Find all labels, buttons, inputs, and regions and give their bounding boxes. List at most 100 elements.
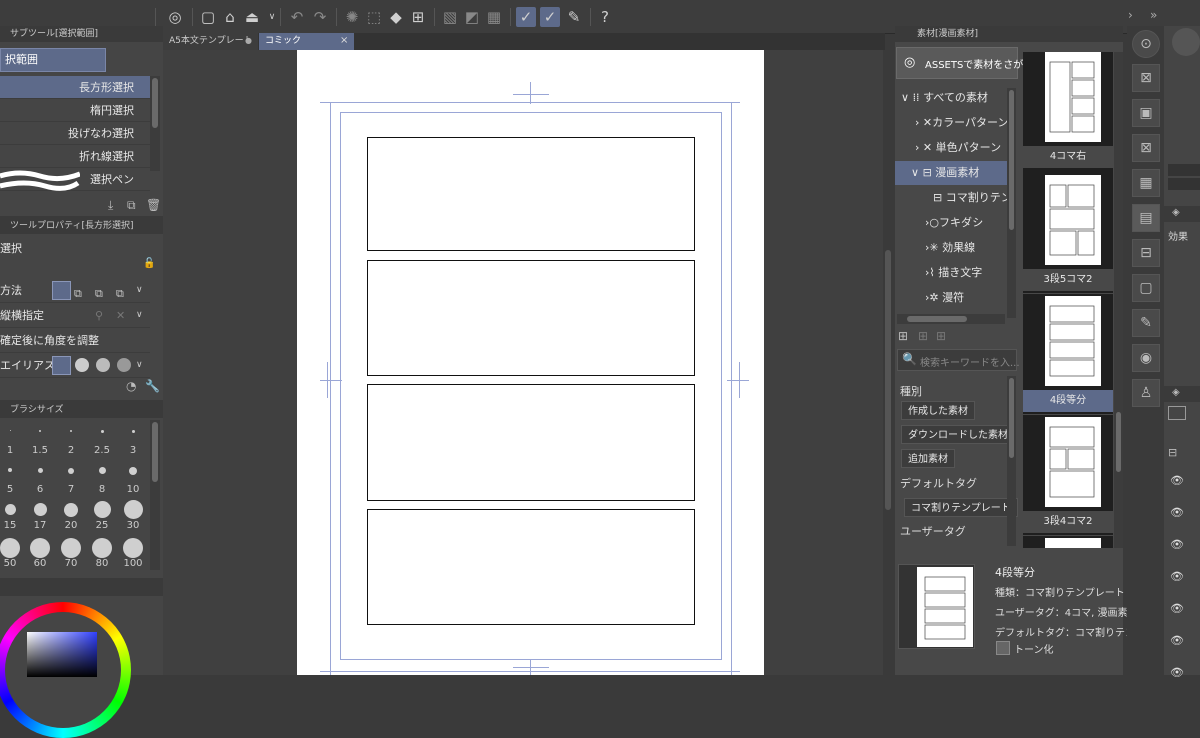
subtool-item-polyline[interactable]: 折れ線選択 — [0, 145, 150, 168]
brush-size-cell[interactable]: 20 — [56, 500, 86, 540]
search-icon[interactable] — [1172, 28, 1200, 56]
thumbnail-4koma-right[interactable]: 4コマ右 — [1023, 52, 1113, 176]
new-icon[interactable]: ▢ — [198, 7, 218, 27]
subtool-scrollbar[interactable] — [150, 76, 160, 171]
eye-icon[interactable]: 👁 — [1170, 538, 1184, 551]
subtool-item-lasso[interactable]: 投げなわ選択 — [0, 122, 150, 145]
aspect-size-icon[interactable]: ✕ — [116, 303, 125, 328]
eye-icon[interactable]: 👁 — [1170, 506, 1184, 519]
tree-item-manga[interactable]: ∨ ⊟ 漫画素材 — [895, 161, 1013, 185]
tree-item-manpu[interactable]: ›✲ 漫符 — [895, 286, 1013, 310]
thumbnail-next[interactable] — [1023, 536, 1113, 548]
folder-copy-icon[interactable]: ⊞ — [918, 329, 928, 343]
subtool-group-button[interactable]: 択範囲 — [0, 48, 106, 72]
antialias-none-icon[interactable] — [52, 356, 71, 375]
brush-size-cell[interactable]: 100 — [118, 538, 148, 578]
camera-icon[interactable]: ◉ — [1132, 344, 1160, 372]
sub-view-icon[interactable]: ▣ — [1132, 99, 1160, 127]
redo-icon[interactable]: ↷ — [310, 7, 330, 27]
brush-size-cell[interactable]: 1 — [0, 420, 25, 460]
tree-item-all[interactable]: ∨ ⁞⁞ すべての素材 — [895, 86, 1013, 110]
method-new-icon[interactable] — [52, 281, 71, 300]
approx-color-icon[interactable]: ▢ — [1132, 274, 1160, 302]
brush-size-scrollbar[interactable] — [150, 420, 160, 570]
antialias-weak-icon[interactable] — [75, 358, 89, 372]
comic-frame-4[interactable] — [367, 509, 695, 625]
info-icon[interactable]: ⊠ — [1132, 134, 1160, 162]
history-icon[interactable]: ▦ — [1132, 169, 1160, 197]
tone-checkbox[interactable] — [996, 641, 1010, 655]
undo-icon[interactable]: ↶ — [287, 7, 307, 27]
chevron-down-icon[interactable]: ∨ — [136, 353, 143, 378]
brush-size-cell[interactable]: 70 — [56, 538, 86, 578]
comic-frame-2[interactable] — [367, 260, 695, 376]
pen-a-icon[interactable]: ✓ — [516, 7, 536, 27]
kind-added-button[interactable]: 追加素材 — [901, 449, 955, 468]
eye-icon[interactable]: 👁 — [1170, 474, 1184, 487]
tree-scrollbar[interactable] — [1007, 88, 1016, 318]
brush-size-cell[interactable]: 15 — [0, 500, 25, 540]
eye-icon[interactable]: 👁 — [1170, 570, 1184, 583]
edit-icon[interactable]: ✎ — [1132, 309, 1160, 337]
blend-mode-select[interactable] — [1168, 406, 1186, 420]
tree-item-effect-lines[interactable]: ›✳ 効果線 — [895, 236, 1013, 260]
navigator-icon[interactable]: ⊠ — [1132, 64, 1160, 92]
selection-icon[interactable]: ⬚ — [364, 7, 384, 27]
search-icon[interactable]: ⊙ — [1132, 30, 1160, 58]
folder-add-icon[interactable]: ⊞ — [898, 329, 908, 343]
subtool-item-ellipse[interactable]: 楕円選択 — [0, 99, 150, 122]
brush-size-cell[interactable]: 80 — [87, 538, 117, 578]
brush-size-cell[interactable]: 60 — [25, 538, 55, 578]
transform-icon[interactable]: ⊞ — [408, 7, 428, 27]
thumbnail-3dan-4koma2[interactable]: 3段4コマ2 — [1023, 415, 1113, 535]
material-icon[interactable]: ▤ — [1132, 204, 1160, 232]
tree-hscrollbar[interactable] — [897, 314, 1005, 324]
tone-icon[interactable]: ◩ — [462, 7, 482, 27]
antialias-strong-icon[interactable] — [117, 358, 131, 372]
color-panel-tabs[interactable] — [0, 580, 163, 596]
eye-icon[interactable]: 👁 — [1170, 602, 1184, 615]
tree-item-sound-text[interactable]: ›⌇ 描き文字 — [895, 261, 1013, 285]
layer-property-tab[interactable]: ◈ — [1164, 206, 1200, 222]
comic-frame-3[interactable] — [367, 384, 695, 501]
tab-a5-template[interactable]: A5本文テンプレート — [163, 33, 258, 50]
aspect-icon[interactable]: ⚲ — [95, 303, 103, 328]
brush-size-cell[interactable]: 7 — [56, 460, 86, 500]
folder-edit-icon[interactable]: ⊞ — [936, 329, 946, 343]
pen-c-icon[interactable]: ✎ — [564, 7, 584, 27]
expand-all-icon[interactable]: » — [1150, 8, 1157, 22]
brush-size-cell[interactable]: 10 — [118, 460, 148, 500]
brush-size-cell[interactable]: 50 — [0, 538, 25, 578]
assets-search-button[interactable]: ◎ ASSETSで素材をさがす — [896, 47, 1033, 79]
default-tag-frame-template[interactable]: コマ割りテンプレート — [904, 498, 1018, 517]
kind-created-button[interactable]: 作成した素材 — [901, 401, 975, 420]
brush-size-cell[interactable]: 25 — [87, 500, 117, 540]
hatch-icon[interactable]: ▧ — [440, 7, 460, 27]
layer-tab[interactable]: ◈ — [1164, 386, 1200, 402]
brush-size-cell[interactable]: 30 — [118, 500, 148, 540]
thumbnail-4dan-equal[interactable]: 4段等分 — [1023, 294, 1113, 414]
filter-scrollbar[interactable] — [1007, 376, 1016, 546]
clip-studio-icon[interactable]: ◎ — [165, 7, 185, 27]
chevron-down-icon[interactable]: ∨ — [136, 303, 143, 328]
open-icon[interactable]: ⌂ — [220, 7, 240, 27]
clear-selection-icon[interactable]: ✺ — [342, 7, 362, 27]
antialias-mid-icon[interactable] — [96, 358, 110, 372]
subtool-copy-icon[interactable]: ⧉ — [127, 198, 136, 213]
prop-row-angle[interactable]: 確定後に角度を調整 — [0, 328, 150, 353]
brush-size-cell[interactable]: 17 — [25, 500, 55, 540]
reset-icon[interactable]: ◔ — [126, 379, 136, 393]
collapse-arrow-icon[interactable]: › — [1128, 8, 1133, 22]
subtool-delete-icon[interactable]: 🗑 — [146, 198, 161, 212]
brush-size-cell[interactable]: 2.5 — [87, 420, 117, 460]
tree-item-frame-template[interactable]: ⊟ コマ割りテンプレート — [895, 186, 1013, 210]
pen-b-icon[interactable]: ✓ — [540, 7, 560, 27]
fill-icon[interactable]: ◆ — [386, 7, 406, 27]
subtool-item-pen[interactable]: 選択ペン — [0, 168, 150, 191]
wrench-icon[interactable]: 🔧 — [145, 379, 160, 393]
eye-icon[interactable]: 👁 — [1170, 666, 1184, 679]
thumbnail-scrollbar[interactable] — [1114, 52, 1123, 548]
chevron-down-icon[interactable]: ∨ — [136, 278, 143, 303]
save-icon[interactable]: ⏏ — [242, 7, 262, 27]
color-square[interactable] — [27, 632, 97, 677]
